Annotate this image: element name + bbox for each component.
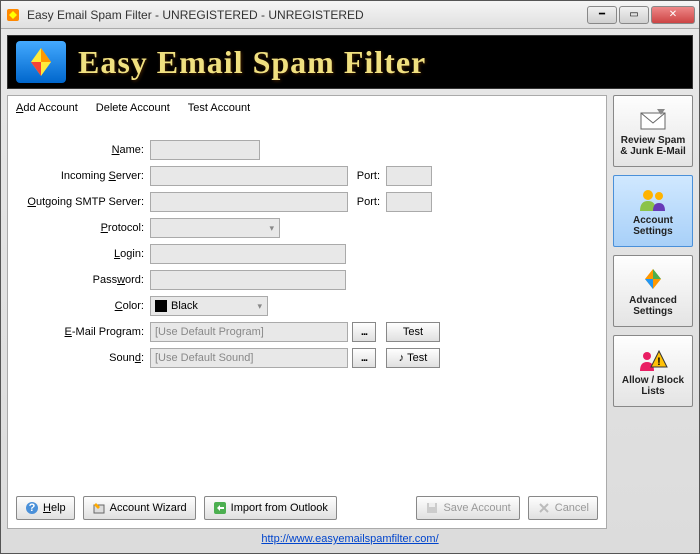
account-form: Name: Incoming Server: Port: Outgoing SM…	[8, 120, 606, 488]
sidebar: Review Spam & Junk E-Mail Account Settin…	[613, 95, 693, 529]
sound-browse-button[interactable]: ...	[352, 348, 376, 368]
app-icon	[5, 7, 21, 23]
email-program-browse-button[interactable]: ...	[352, 322, 376, 342]
outgoing-label: Outgoing SMTP Server:	[18, 196, 150, 208]
main-panel: Add Account Delete Account Test Account …	[7, 95, 607, 529]
sound-input[interactable]	[150, 348, 348, 368]
website-link[interactable]: http://www.easyemailspamfilter.com/	[261, 533, 438, 545]
color-select[interactable]: Black	[150, 296, 268, 316]
envelope-icon	[637, 105, 669, 133]
banner: Easy Email Spam Filter	[7, 35, 693, 89]
warning-people-icon: !	[637, 345, 669, 373]
email-program-test-button[interactable]: Test	[386, 322, 440, 342]
delete-account-link[interactable]: Delete Account	[96, 102, 170, 114]
incoming-server-input[interactable]	[150, 166, 348, 186]
save-account-button[interactable]: Save Account	[416, 496, 519, 520]
password-label: Password:	[18, 274, 150, 286]
review-spam-button[interactable]: Review Spam & Junk E-Mail	[613, 95, 693, 167]
outgoing-server-input[interactable]	[150, 192, 348, 212]
window-title: Easy Email Spam Filter - UNREGISTERED - …	[27, 8, 587, 22]
sound-test-button[interactable]: Test	[386, 348, 440, 368]
wizard-icon	[92, 501, 106, 515]
music-note-icon	[399, 352, 405, 364]
allow-block-button[interactable]: ! Allow / Block Lists	[613, 335, 693, 407]
port-in-input[interactable]	[386, 166, 432, 186]
help-button[interactable]: ? Help	[16, 496, 75, 520]
email-program-label: E-Mail Program:	[18, 326, 150, 338]
help-icon: ?	[25, 501, 39, 515]
protocol-label: Protocol:	[18, 222, 150, 234]
close-button[interactable]: ✕	[651, 6, 695, 24]
incoming-label: Incoming Server:	[18, 170, 150, 182]
banner-logo-icon	[16, 41, 66, 83]
people-icon	[637, 185, 669, 213]
svg-text:?: ?	[29, 502, 36, 514]
account-settings-button[interactable]: Account Settings	[613, 175, 693, 247]
name-label: Name:	[18, 144, 150, 156]
add-account-link[interactable]: Add Account	[16, 102, 78, 114]
cancel-icon	[537, 501, 551, 515]
cancel-button[interactable]: Cancel	[528, 496, 598, 520]
protocol-select[interactable]	[150, 218, 280, 238]
advanced-icon	[637, 265, 669, 293]
save-icon	[425, 501, 439, 515]
account-wizard-button[interactable]: Account Wizard	[83, 496, 196, 520]
bottom-toolbar: ? Help Account Wizard Import from Outloo…	[8, 488, 606, 528]
minimize-button[interactable]: ━	[587, 6, 617, 24]
advanced-settings-button[interactable]: Advanced Settings	[613, 255, 693, 327]
login-label: Login:	[18, 248, 150, 260]
email-program-input[interactable]	[150, 322, 348, 342]
window-controls: ━ ▭ ✕	[587, 6, 695, 24]
import-icon	[213, 501, 227, 515]
banner-title: Easy Email Spam Filter	[78, 44, 426, 81]
port-in-label: Port:	[356, 170, 386, 182]
footer: http://www.easyemailspamfilter.com/	[1, 529, 699, 553]
maximize-button[interactable]: ▭	[619, 6, 649, 24]
port-out-input[interactable]	[386, 192, 432, 212]
import-outlook-button[interactable]: Import from Outlook	[204, 496, 337, 520]
sound-label: Sound:	[18, 352, 150, 364]
port-out-label: Port:	[356, 196, 386, 208]
password-input[interactable]	[150, 270, 346, 290]
titlebar: Easy Email Spam Filter - UNREGISTERED - …	[1, 1, 699, 29]
test-account-link[interactable]: Test Account	[188, 102, 250, 114]
name-input[interactable]	[150, 140, 260, 160]
color-swatch-icon	[155, 300, 167, 312]
login-input[interactable]	[150, 244, 346, 264]
account-toolbar: Add Account Delete Account Test Account	[8, 96, 606, 120]
svg-text:!: !	[657, 356, 661, 368]
app-window: Easy Email Spam Filter - UNREGISTERED - …	[0, 0, 700, 554]
color-label: Color:	[18, 300, 150, 312]
